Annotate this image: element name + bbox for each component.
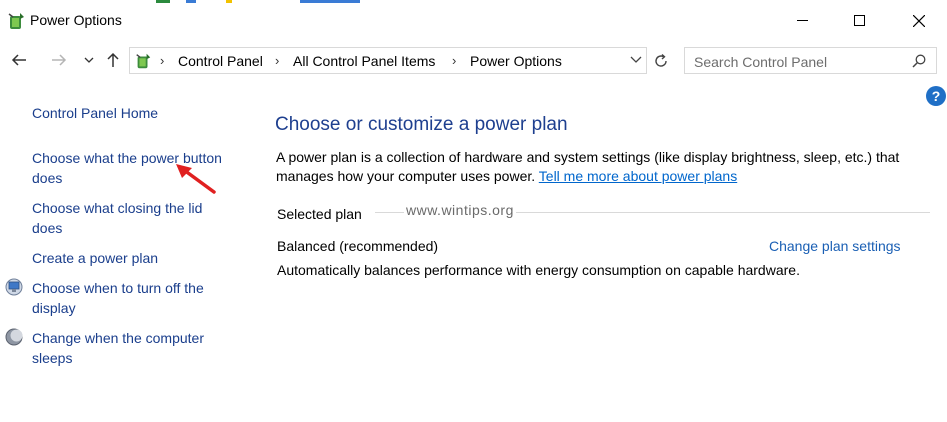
sidebar-item-computer-sleeps[interactable]: Change when the computer sleeps — [32, 328, 204, 368]
plan-name: Balanced (recommended) — [277, 238, 439, 254]
sidebar-item-label: does — [32, 170, 63, 186]
maximize-button[interactable] — [836, 3, 882, 38]
plan-description: Automatically balances performance with … — [277, 262, 800, 278]
breadcrumb-all-items[interactable]: All Control Panel Items — [293, 53, 435, 69]
change-plan-settings-link[interactable]: Change plan settings — [769, 238, 901, 254]
breadcrumb-separator-icon: › — [160, 53, 165, 68]
minimize-button[interactable] — [779, 3, 825, 38]
back-button[interactable] — [8, 49, 30, 71]
page-description: A power plan is a collection of hardware… — [276, 148, 916, 186]
minimize-icon — [796, 20, 808, 21]
sleep-moon-icon — [5, 328, 23, 346]
sidebar-item-label: display — [32, 300, 76, 316]
breadcrumb-control-panel[interactable]: Control Panel — [178, 53, 263, 69]
recent-locations-button[interactable] — [78, 49, 100, 71]
breadcrumb-separator-icon: › — [452, 53, 457, 68]
chevron-down-icon[interactable] — [630, 55, 642, 65]
sidebar-item-label: Create a power plan — [32, 250, 159, 266]
back-arrow-icon — [11, 54, 26, 66]
sidebar-item-create-plan[interactable]: Create a power plan — [32, 248, 158, 268]
forward-arrow-icon — [52, 54, 67, 66]
sidebar-item-closing-lid[interactable]: Choose what closing the lid does — [32, 198, 202, 238]
sidebar-item-label: does — [32, 220, 63, 236]
selected-plan-label: Selected plan — [277, 206, 362, 222]
close-button[interactable] — [896, 3, 942, 38]
refresh-icon — [655, 53, 667, 67]
chevron-down-icon — [84, 57, 94, 63]
breadcrumb-power-options[interactable]: Power Options — [470, 53, 562, 69]
sidebar-item-label: Change when the computer — [32, 330, 204, 346]
refresh-button[interactable] — [650, 50, 672, 72]
up-arrow-icon — [107, 52, 119, 67]
search-placeholder: Search Control Panel — [694, 54, 828, 70]
page-title: Choose or customize a power plan — [275, 114, 568, 135]
forward-button[interactable] — [48, 49, 70, 71]
breadcrumb-separator-icon: › — [275, 53, 280, 68]
sidebar-item-control-panel-home[interactable]: Control Panel Home — [32, 103, 158, 123]
sidebar-item-label: Choose when to turn off the — [32, 280, 204, 296]
monitor-icon — [5, 278, 23, 296]
sidebar-item-turn-off-display[interactable]: Choose when to turn off the display — [32, 278, 204, 318]
title-bar: Power Options — [0, 3, 947, 38]
close-icon — [913, 14, 925, 27]
address-bar[interactable]: › Control Panel › All Control Panel Item… — [129, 47, 647, 74]
sidebar-item-label: sleeps — [32, 350, 73, 366]
watermark: www.wintips.org — [404, 202, 516, 218]
help-button[interactable]: ? — [926, 86, 946, 106]
search-input[interactable]: Search Control Panel — [684, 47, 937, 74]
power-options-icon — [136, 53, 151, 69]
power-options-icon — [8, 13, 24, 29]
maximize-icon — [853, 15, 865, 26]
up-button[interactable] — [102, 49, 124, 71]
window-title: Power Options — [30, 12, 122, 28]
search-icon[interactable] — [912, 54, 926, 68]
sidebar-item-label: Control Panel Home — [32, 105, 159, 121]
sidebar-item-label: Choose what closing the lid — [32, 200, 203, 216]
learn-more-link[interactable]: Tell me more about power plans — [539, 168, 737, 184]
annotation-arrow-icon — [176, 164, 216, 194]
